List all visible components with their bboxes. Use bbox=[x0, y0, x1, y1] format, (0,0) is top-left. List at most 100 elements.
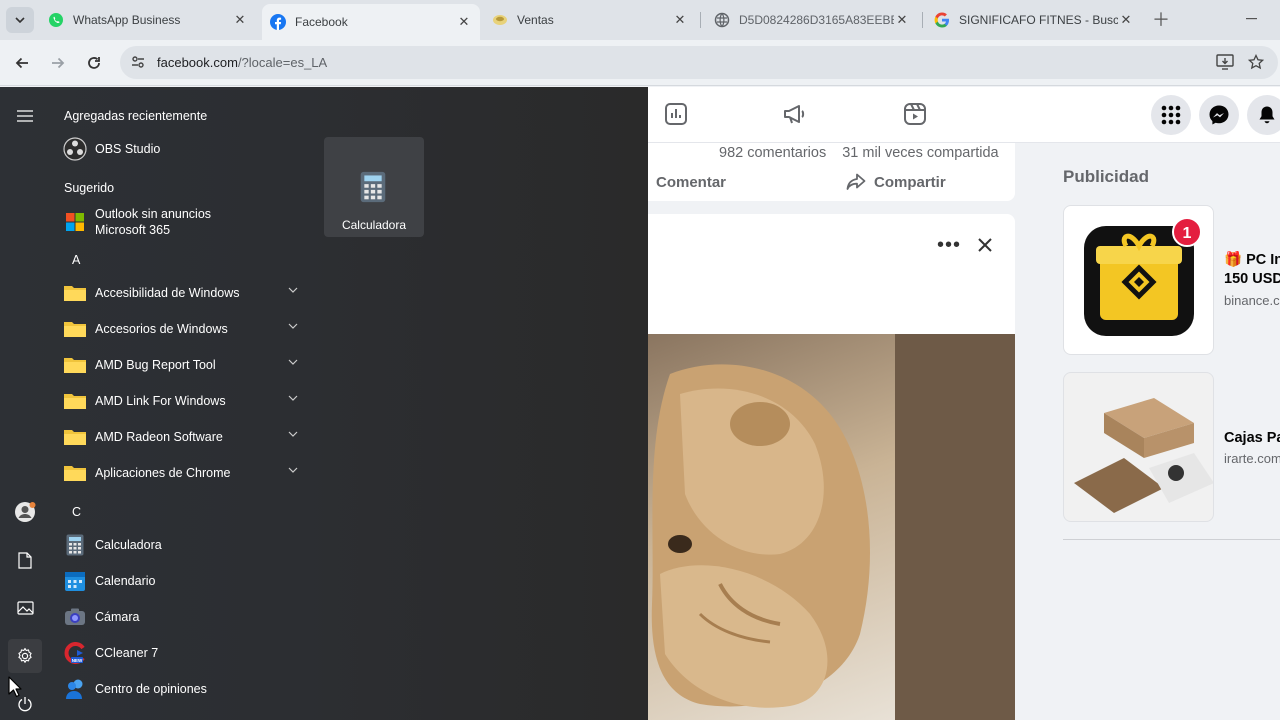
tab-google-search[interactable]: SIGNIFICAFO FITNES - Busca ✕ bbox=[926, 5, 1142, 35]
back-button[interactable] bbox=[10, 51, 34, 75]
reload-button[interactable] bbox=[82, 51, 106, 75]
close-icon[interactable]: ✕ bbox=[456, 14, 472, 30]
facebook-icon bbox=[270, 14, 286, 30]
notifications-button[interactable] bbox=[1247, 95, 1280, 135]
bell-icon bbox=[1259, 106, 1275, 124]
messenger-icon bbox=[1209, 105, 1229, 125]
chevron-down-icon bbox=[288, 395, 298, 401]
documents-button[interactable] bbox=[8, 543, 42, 577]
close-icon[interactable]: ✕ bbox=[1118, 12, 1134, 28]
group-letter-c[interactable]: C bbox=[72, 505, 81, 519]
app-outlook-suggestion[interactable]: Outlook sin anuncios Microsoft 365 bbox=[60, 205, 310, 239]
ad-line-1: 🎁 PC In bbox=[1224, 252, 1280, 268]
url-host: facebook.com bbox=[157, 55, 238, 70]
app-obs-studio[interactable]: OBS Studio bbox=[60, 133, 310, 165]
start-rail bbox=[0, 87, 50, 720]
settings-button[interactable] bbox=[8, 639, 42, 673]
ad-domain-binance: binance.co bbox=[1224, 293, 1280, 308]
hide-post-button[interactable] bbox=[972, 232, 998, 258]
bookmark-star-icon[interactable] bbox=[1247, 53, 1265, 75]
power-icon bbox=[18, 697, 32, 712]
share-button[interactable]: Compartir bbox=[846, 169, 946, 195]
app-centro-de-opiniones[interactable]: Centro de opiniones bbox=[60, 673, 310, 705]
close-icon bbox=[978, 238, 992, 252]
mouse-cursor-icon bbox=[8, 676, 22, 698]
tab-d5d0824[interactable]: D5D0824286D3165A83EEBED ✕ bbox=[706, 5, 918, 35]
messenger-button[interactable] bbox=[1199, 95, 1239, 135]
comment-label: Comentar bbox=[656, 173, 727, 191]
forward-button[interactable] bbox=[46, 51, 70, 75]
app-label: AMD Link For Windows bbox=[95, 394, 226, 408]
browser-tabstrip: WhatsApp Business ✕ Facebook ✕ Ventas ✕ … bbox=[0, 0, 1280, 40]
url-text[interactable]: facebook.com/?locale=es_LA bbox=[157, 55, 327, 70]
hamburger-icon bbox=[17, 110, 33, 122]
install-app-icon[interactable] bbox=[1216, 54, 1234, 75]
share-label: Compartir bbox=[874, 173, 946, 191]
app-label: Accesorios de Windows bbox=[95, 322, 228, 336]
app-calendario[interactable]: Calendario bbox=[60, 565, 310, 597]
tab-title: D5D0824286D3165A83EEBED bbox=[739, 13, 894, 27]
ad-image-binance[interactable]: 1 bbox=[1063, 205, 1214, 355]
settings-gear-icon bbox=[18, 647, 32, 663]
post-options-button[interactable]: ••• bbox=[936, 232, 962, 258]
tab-divider bbox=[922, 12, 923, 28]
user-icon bbox=[15, 502, 36, 522]
divider bbox=[1063, 539, 1280, 540]
megaphone-icon[interactable] bbox=[782, 101, 808, 127]
address-bar[interactable]: facebook.com/?locale=es_LA bbox=[120, 46, 1278, 79]
tab-title: Ventas bbox=[517, 13, 554, 27]
app-calculadora[interactable]: Calculadora bbox=[60, 529, 310, 561]
close-icon[interactable]: ✕ bbox=[672, 12, 688, 28]
tab-search-button[interactable] bbox=[6, 7, 34, 33]
tile-label: Calculadora bbox=[341, 218, 407, 232]
pictures-button[interactable] bbox=[8, 591, 42, 625]
app-label: Aplicaciones de Chrome bbox=[95, 466, 231, 480]
folder-amd-bug-report[interactable]: AMD Bug Report Tool bbox=[60, 349, 310, 381]
folder-accesibilidad[interactable]: Accesibilidad de Windows bbox=[60, 277, 310, 309]
forward-arrow-icon bbox=[52, 57, 65, 69]
svg-text:NEW: NEW bbox=[72, 658, 83, 663]
app-label: AMD Bug Report Tool bbox=[95, 358, 216, 372]
app-label: Centro de opiniones bbox=[95, 682, 207, 696]
ad-domain-irarte: irarte.com bbox=[1224, 451, 1280, 466]
app-label: Cámara bbox=[95, 610, 140, 624]
ad-title-binance[interactable]: 🎁 PC In 150 USDT bbox=[1224, 251, 1280, 289]
expand-menu-button[interactable] bbox=[8, 99, 42, 133]
app-label: Calculadora bbox=[95, 538, 162, 552]
tab-ventas[interactable]: Ventas ✕ bbox=[484, 5, 696, 35]
pinned-tile-calculadora[interactable]: Calculadora bbox=[324, 137, 424, 237]
ads-section-title: Publicidad bbox=[1063, 167, 1149, 186]
menu-button[interactable] bbox=[1151, 95, 1191, 135]
minimize-button[interactable] bbox=[1240, 8, 1262, 30]
tab-title: SIGNIFICAFO FITNES - Busca bbox=[959, 13, 1118, 27]
url-path: /?locale=es_LA bbox=[237, 55, 328, 70]
tab-whatsapp[interactable]: WhatsApp Business ✕ bbox=[40, 5, 256, 35]
folder-accesorios[interactable]: Accesorios de Windows bbox=[60, 313, 310, 345]
account-button[interactable] bbox=[8, 495, 42, 529]
new-tab-button[interactable]: ＋ bbox=[1150, 8, 1172, 30]
app-camara[interactable]: Cámara bbox=[60, 601, 310, 633]
ad-image-irarte[interactable] bbox=[1063, 372, 1214, 522]
site-settings-icon[interactable] bbox=[130, 54, 146, 75]
tab-facebook[interactable]: Facebook ✕ bbox=[262, 4, 480, 40]
boxes-product-image bbox=[1074, 398, 1213, 513]
close-icon[interactable]: ✕ bbox=[232, 12, 248, 28]
close-icon[interactable]: ✕ bbox=[894, 12, 910, 28]
ad-line-2: 150 USDT bbox=[1224, 271, 1280, 287]
back-arrow-icon bbox=[15, 57, 28, 69]
tab-title: WhatsApp Business bbox=[73, 13, 181, 27]
tab-divider bbox=[700, 12, 701, 28]
folder-chrome-apps[interactable]: Aplicaciones de Chrome bbox=[60, 457, 310, 489]
dashboard-icon[interactable] bbox=[663, 101, 689, 127]
ad-title-irarte[interactable]: Cajas Pa bbox=[1224, 429, 1280, 448]
folder-icon bbox=[63, 281, 87, 305]
folder-amd-link[interactable]: AMD Link For Windows bbox=[60, 385, 310, 417]
reels-icon[interactable] bbox=[902, 101, 928, 127]
group-letter-a[interactable]: A bbox=[72, 253, 80, 267]
sheet-icon bbox=[492, 12, 508, 28]
app-ccleaner[interactable]: NEW CCleaner 7 bbox=[60, 637, 310, 669]
comment-count[interactable]: 982 comentarios bbox=[719, 145, 826, 161]
folder-amd-radeon[interactable]: AMD Radeon Software bbox=[60, 421, 310, 453]
comment-button[interactable]: Comentar bbox=[656, 169, 726, 195]
share-count[interactable]: 31 mil veces compartida bbox=[842, 145, 998, 161]
